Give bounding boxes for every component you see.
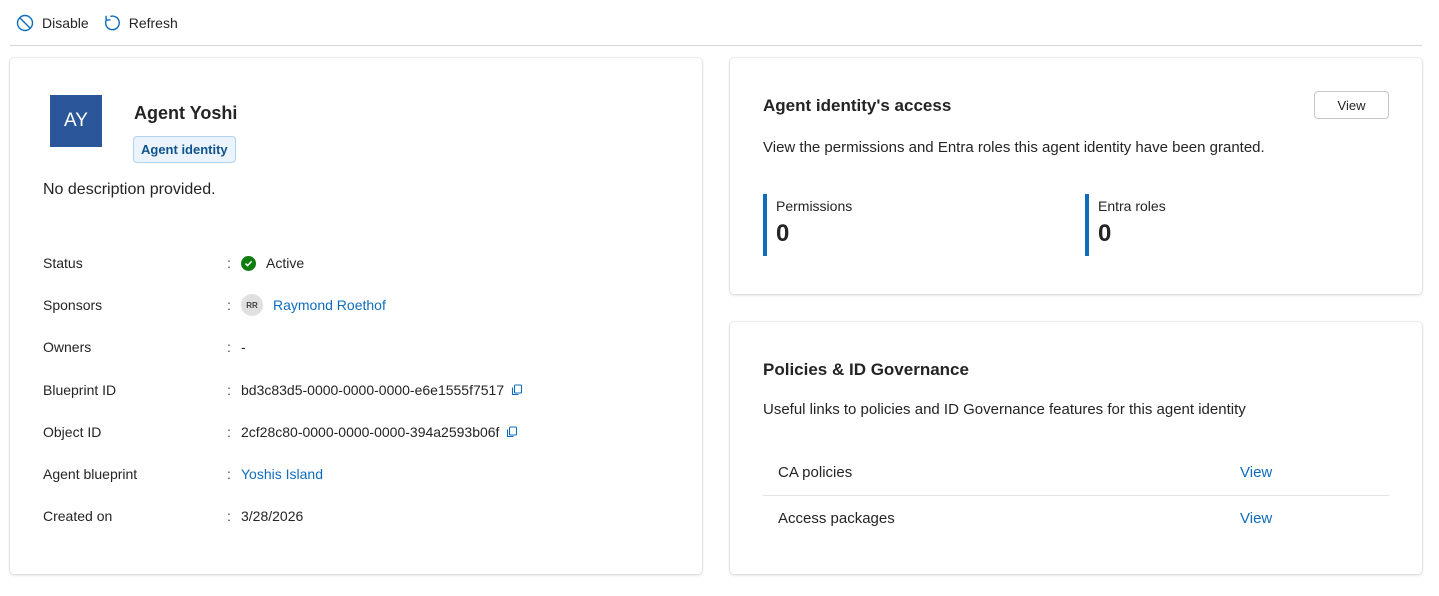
identity-name: Agent Yoshi xyxy=(134,103,238,123)
access-packages-view-link[interactable]: View xyxy=(1240,510,1272,527)
copy-icon[interactable] xyxy=(511,384,523,396)
list-item-ca-policies: CA policies View xyxy=(763,449,1389,495)
permissions-label: Permissions xyxy=(776,198,853,214)
separator: : xyxy=(227,381,231,398)
separator: : xyxy=(227,466,231,483)
sponsor-avatar: RR xyxy=(241,294,263,317)
object-id-text: 2cf28c80-0000-0000-0000-394a2593b06f xyxy=(241,423,500,440)
disable-label: Disable xyxy=(42,14,89,31)
access-packages-label: Access packages xyxy=(778,510,895,527)
property-row-blueprint-id: Blueprint ID : bd3c83d5-0000-0000-0000-e… xyxy=(43,369,683,411)
access-card: Agent identity's access View View the pe… xyxy=(730,58,1422,294)
separator: : xyxy=(227,255,231,272)
separator: : xyxy=(227,508,231,525)
refresh-button[interactable]: Refresh xyxy=(97,8,186,38)
blueprint-id-label: Blueprint ID xyxy=(43,381,117,398)
refresh-label: Refresh xyxy=(128,14,178,31)
separator: : xyxy=(227,297,231,314)
ca-policies-view-link[interactable]: View xyxy=(1240,464,1272,481)
property-row-agent-blueprint: Agent blueprint : Yoshis Island xyxy=(43,453,683,495)
check-circle-icon xyxy=(241,255,256,271)
property-row-created-on: Created on : 3/28/2026 xyxy=(43,495,683,537)
identity-description: No description provided. xyxy=(43,181,216,198)
governance-subtitle: Useful links to policies and ID Governan… xyxy=(763,401,1246,418)
property-row-status: Status : Active xyxy=(43,242,683,284)
entra-roles-label: Entra roles xyxy=(1098,198,1166,214)
sponsors-value: RR Raymond Roethof xyxy=(241,294,386,317)
permissions-metric: Permissions 0 xyxy=(763,194,852,256)
refresh-icon xyxy=(104,14,120,30)
properties-list: Status : Active Sponsors : RR Raymond Ro… xyxy=(43,242,683,537)
permissions-count: 0 xyxy=(776,220,790,247)
agent-blueprint-label: Agent blueprint xyxy=(43,466,138,483)
command-bar: Disable Refresh xyxy=(10,0,1422,46)
agent-blueprint-value: Yoshis Island xyxy=(241,466,323,482)
property-row-owners: Owners : - xyxy=(43,326,683,368)
identity-avatar: AY xyxy=(50,95,102,147)
status-value: Active xyxy=(241,255,304,271)
ca-policies-label: CA policies xyxy=(778,463,853,481)
identity-overview-card: AY Agent Yoshi Agent identity No descrip… xyxy=(10,58,702,574)
owners-label: Owners xyxy=(43,339,92,356)
governance-links-list: CA policies View Access packages View xyxy=(763,449,1389,541)
disable-button[interactable]: Disable xyxy=(10,8,97,38)
governance-title: Policies & ID Governance xyxy=(763,360,969,379)
governance-card: Policies & ID Governance Useful links to… xyxy=(730,322,1422,574)
list-item-access-packages: Access packages View xyxy=(763,495,1389,541)
copy-icon[interactable] xyxy=(506,426,518,438)
created-on-label: Created on xyxy=(43,508,113,525)
sponsor-link[interactable]: Raymond Roethof xyxy=(273,297,386,313)
agent-blueprint-link[interactable]: Yoshis Island xyxy=(241,466,323,482)
access-subtitle: View the permissions and Entra roles thi… xyxy=(763,139,1265,156)
access-title: Agent identity's access xyxy=(763,96,952,115)
created-on-value: 3/28/2026 xyxy=(241,508,304,525)
blueprint-id-value: bd3c83d5-0000-0000-0000-e6e1555f7517 xyxy=(241,382,523,398)
property-row-sponsors: Sponsors : RR Raymond Roethof xyxy=(43,284,683,326)
entra-roles-metric: Entra roles 0 xyxy=(1085,194,1166,256)
block-icon xyxy=(16,14,34,31)
separator: : xyxy=(227,423,231,440)
separator: : xyxy=(227,339,231,356)
object-id-value: 2cf28c80-0000-0000-0000-394a2593b06f xyxy=(241,424,518,440)
blueprint-id-text: bd3c83d5-0000-0000-0000-e6e1555f7517 xyxy=(241,381,505,398)
owners-value: - xyxy=(241,339,246,356)
property-row-object-id: Object ID : 2cf28c80-0000-0000-0000-394a… xyxy=(43,411,683,453)
access-view-button[interactable]: View xyxy=(1314,91,1389,119)
identity-type-tag: Agent identity xyxy=(133,136,236,163)
object-id-label: Object ID xyxy=(43,423,102,440)
sponsors-label: Sponsors xyxy=(43,297,103,314)
status-text: Active xyxy=(266,255,305,272)
entra-roles-count: 0 xyxy=(1098,220,1112,247)
status-label: Status xyxy=(43,255,83,272)
